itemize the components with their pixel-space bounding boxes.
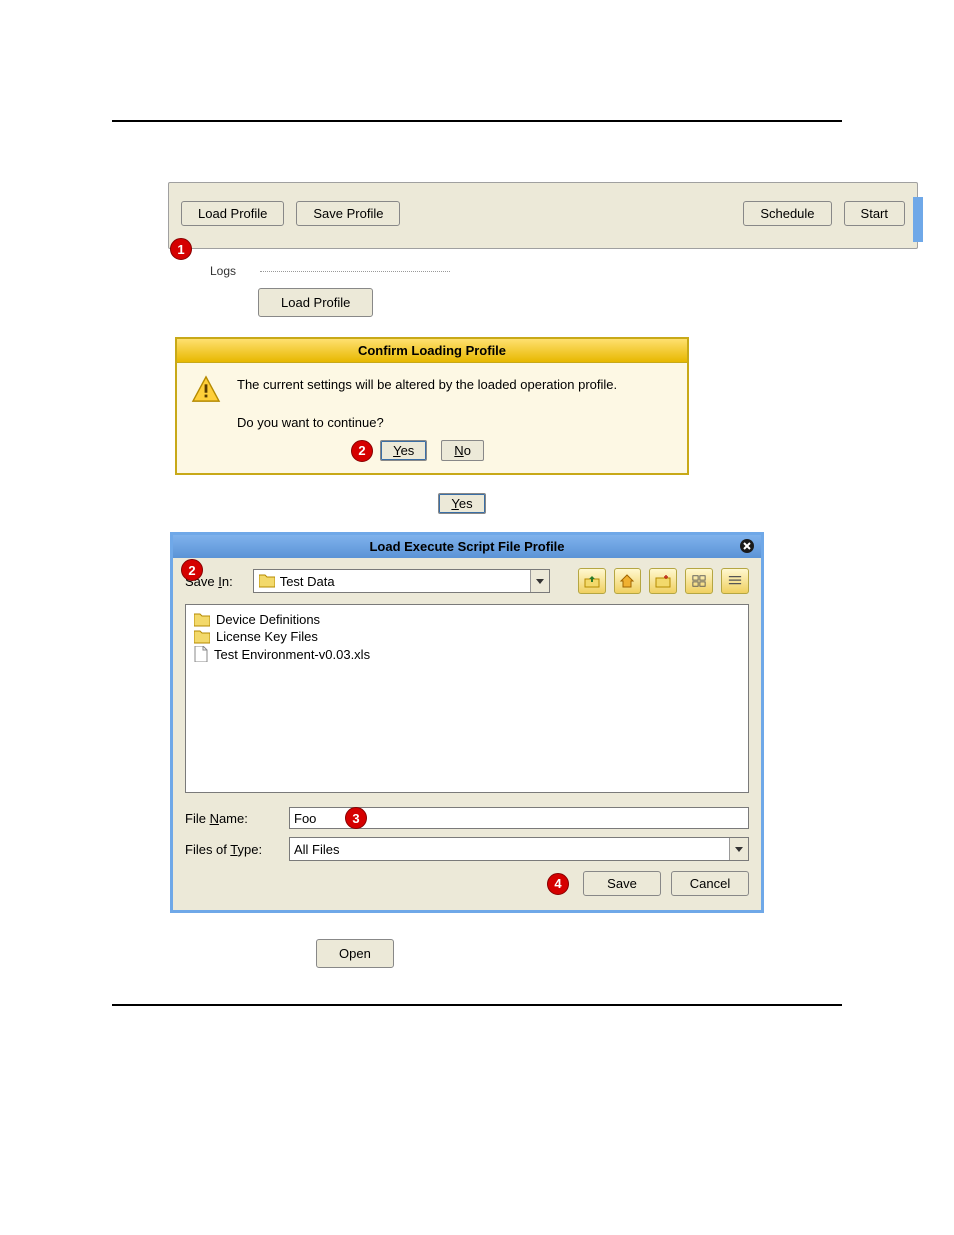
list-item[interactable]: License Key Files [194,628,740,645]
open-standalone-button[interactable]: Open [316,939,394,968]
up-folder-icon[interactable] [578,568,606,594]
callout-4: 4 [547,873,569,895]
files-of-type-value: All Files [294,842,340,857]
file-dialog-title: Load Execute Script File Profile [173,535,761,558]
save-button[interactable]: Save [583,871,661,896]
schedule-button[interactable]: Schedule [743,201,831,226]
confirm-message-2: Do you want to continue? [237,413,617,433]
save-in-value: Test Data [280,574,335,589]
load-profile-standalone-button[interactable]: Load Profile [258,288,373,317]
start-button[interactable]: Start [844,201,905,226]
folder-icon [194,613,210,627]
file-list[interactable]: Device Definitions License Key Files Tes… [185,604,749,793]
yes-standalone-button[interactable]: Yes [438,493,485,514]
chevron-down-icon[interactable] [530,570,549,592]
close-icon[interactable] [739,538,755,554]
callout-1: 1 [170,238,192,260]
confirm-dialog: Confirm Loading Profile The current sett… [175,337,689,475]
files-of-type-select[interactable]: All Files [289,837,749,861]
save-in-select[interactable]: Test Data [253,569,550,593]
divider [260,271,450,272]
no-button[interactable]: No [441,440,484,461]
home-icon[interactable] [614,568,642,594]
list-item[interactable]: Device Definitions [194,611,740,628]
file-name-label: File Name: [185,811,279,826]
chevron-down-icon[interactable] [729,838,748,860]
folder-icon [259,574,275,588]
new-folder-icon[interactable] [649,568,677,594]
load-profile-button[interactable]: Load Profile [181,201,284,226]
save-profile-button[interactable]: Save Profile [296,201,400,226]
callout-2: 2 [351,440,373,462]
yes-button[interactable]: Yes [380,440,427,461]
right-accent [913,197,923,242]
logs-label: Logs [210,264,236,278]
files-of-type-label: Files of Type: [185,842,279,857]
list-item-label: License Key Files [216,629,318,644]
list-item-label: Device Definitions [216,612,320,627]
confirm-message-1: The current settings will be altered by … [237,375,617,395]
callout-3: 3 [345,807,367,829]
folder-icon [194,630,210,644]
file-dialog: Load Execute Script File Profile 2 Save … [170,532,764,913]
toolbar: Load Profile Save Profile Schedule Start [168,182,918,249]
confirm-dialog-title: Confirm Loading Profile [177,339,687,363]
warning-icon [191,375,221,403]
cancel-button[interactable]: Cancel [671,871,749,896]
details-view-icon[interactable] [721,568,749,594]
list-view-icon[interactable] [685,568,713,594]
file-icon [194,646,208,662]
callout-2b: 2 [181,559,203,581]
list-item-label: Test Environment-v0.03.xls [214,647,370,662]
list-item[interactable]: Test Environment-v0.03.xls [194,645,740,663]
